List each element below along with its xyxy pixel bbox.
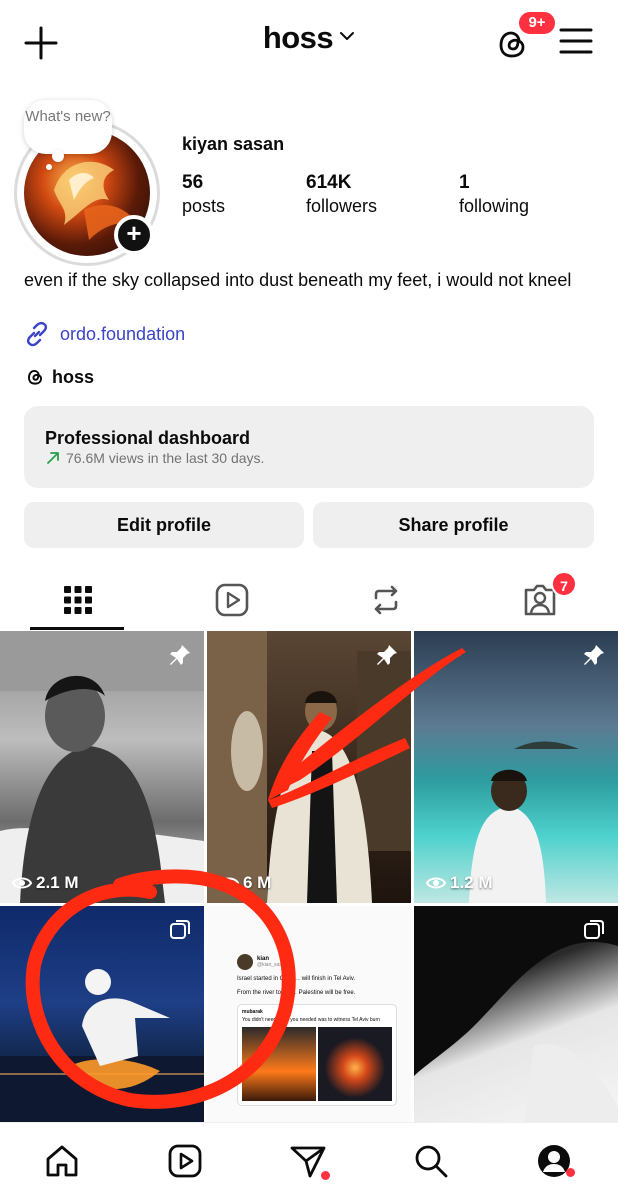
- link-text[interactable]: ordo.foundation: [60, 324, 185, 345]
- carousel-icon: [170, 920, 190, 939]
- dashboard-title: Professional dashboard: [45, 428, 251, 448]
- post-thumbnail[interactable]: 6 M: [207, 631, 411, 903]
- eye-icon: [219, 877, 239, 889]
- full-name: kiyan sasan: [182, 134, 285, 154]
- share-profile-button[interactable]: Share profile: [313, 502, 594, 548]
- reels-tab-icon[interactable]: [212, 580, 252, 620]
- menu-icon[interactable]: [558, 26, 594, 56]
- stat-label: posts: [182, 196, 226, 216]
- tagged-count-badge: 7: [551, 571, 577, 597]
- stat-label: followers: [306, 196, 378, 216]
- pin-icon: [584, 645, 604, 665]
- quote-image: [318, 1027, 392, 1101]
- bio: even if the sky collapsed into dust bene…: [24, 270, 572, 290]
- profile-username[interactable]: hoss: [263, 20, 334, 55]
- professional-dashboard[interactable]: Professional dashboard 76.6M views in th…: [24, 406, 594, 488]
- home-icon[interactable]: [42, 1141, 82, 1181]
- threads-icon: [27, 369, 43, 385]
- stat-value: 614K: [306, 172, 352, 193]
- quote-name: mubarak: [242, 1009, 263, 1015]
- quote-tweet: mubarak You didn't need … all you needed…: [237, 1004, 397, 1106]
- note-tail: [46, 164, 52, 170]
- chevron-down-icon[interactable]: [339, 28, 355, 44]
- post-views: 1.2 M: [426, 873, 493, 893]
- dashboard-subtitle: 76.6M views in the last 30 days.: [45, 450, 264, 466]
- bottom-nav: [0, 1122, 618, 1200]
- threads-profile-link[interactable]: hoss: [24, 364, 94, 390]
- stat-label: following: [459, 196, 530, 216]
- tweet-line: Israel started in Gaza… will finish in T…: [237, 976, 356, 982]
- pin-icon: [170, 645, 190, 665]
- post-views: 2.1 M: [12, 873, 79, 893]
- tweet-preview: kian @kian_sasan Israel started in Gaza……: [237, 954, 397, 1106]
- grid-tab-icon[interactable]: [58, 580, 98, 620]
- note-tail: [52, 150, 64, 162]
- link-icon: [26, 321, 48, 347]
- quote-text: You didn't need … all you needed was to …: [242, 1017, 380, 1023]
- views-count: 6 M: [243, 873, 272, 892]
- eye-icon: [426, 877, 446, 889]
- stat-value: 1: [459, 172, 470, 193]
- search-icon[interactable]: [411, 1141, 451, 1181]
- quote-image: [242, 1027, 316, 1101]
- profile-tabs: [0, 570, 618, 630]
- posts-grid: 2.1 M 6 M 1.2 M kian @kian_sasan Israel …: [0, 631, 618, 1122]
- add-story-button[interactable]: +: [114, 215, 154, 255]
- notification-badge[interactable]: 9+: [516, 9, 558, 37]
- trend-up-icon: [47, 452, 59, 464]
- post-thumbnail[interactable]: kian @kian_sasan Israel started in Gaza……: [207, 906, 411, 1122]
- post-views: 6 M: [219, 873, 271, 893]
- threads-handle[interactable]: hoss: [52, 367, 94, 388]
- views-count: 2.1 M: [36, 873, 79, 892]
- note-bubble[interactable]: What's new?: [24, 100, 112, 154]
- messages-dot: [321, 1171, 330, 1180]
- pin-icon: [377, 645, 397, 665]
- reels-icon[interactable]: [165, 1141, 205, 1181]
- profile-dot: [566, 1168, 575, 1177]
- post-thumbnail[interactable]: [0, 906, 204, 1122]
- post-thumbnail[interactable]: 2.1 M: [0, 631, 204, 903]
- stat-posts[interactable]: 56 posts: [182, 172, 225, 217]
- stat-followers[interactable]: 614K followers: [306, 172, 377, 217]
- edit-profile-button[interactable]: Edit profile: [24, 502, 304, 548]
- views-count: 1.2 M: [450, 873, 493, 892]
- post-thumbnail[interactable]: 1.2 M: [414, 631, 618, 903]
- tweet-avatar: [237, 954, 253, 970]
- tweet-line: From the river to the… Palestine will be…: [237, 990, 356, 996]
- tweet-handle: @kian_sasan: [257, 962, 288, 968]
- eye-icon: [12, 877, 32, 889]
- stat-following[interactable]: 1 following: [459, 172, 529, 217]
- top-bar: hoss 9+: [0, 0, 618, 86]
- reposts-tab-icon[interactable]: [366, 580, 406, 620]
- carousel-icon: [584, 920, 604, 939]
- stat-value: 56: [182, 172, 204, 193]
- post-thumbnail[interactable]: [414, 906, 618, 1122]
- active-tab-indicator: [30, 627, 124, 630]
- bio-link[interactable]: ordo.foundation: [24, 321, 185, 347]
- dashboard-views-text: 76.6M views in the last 30 days.: [66, 450, 265, 466]
